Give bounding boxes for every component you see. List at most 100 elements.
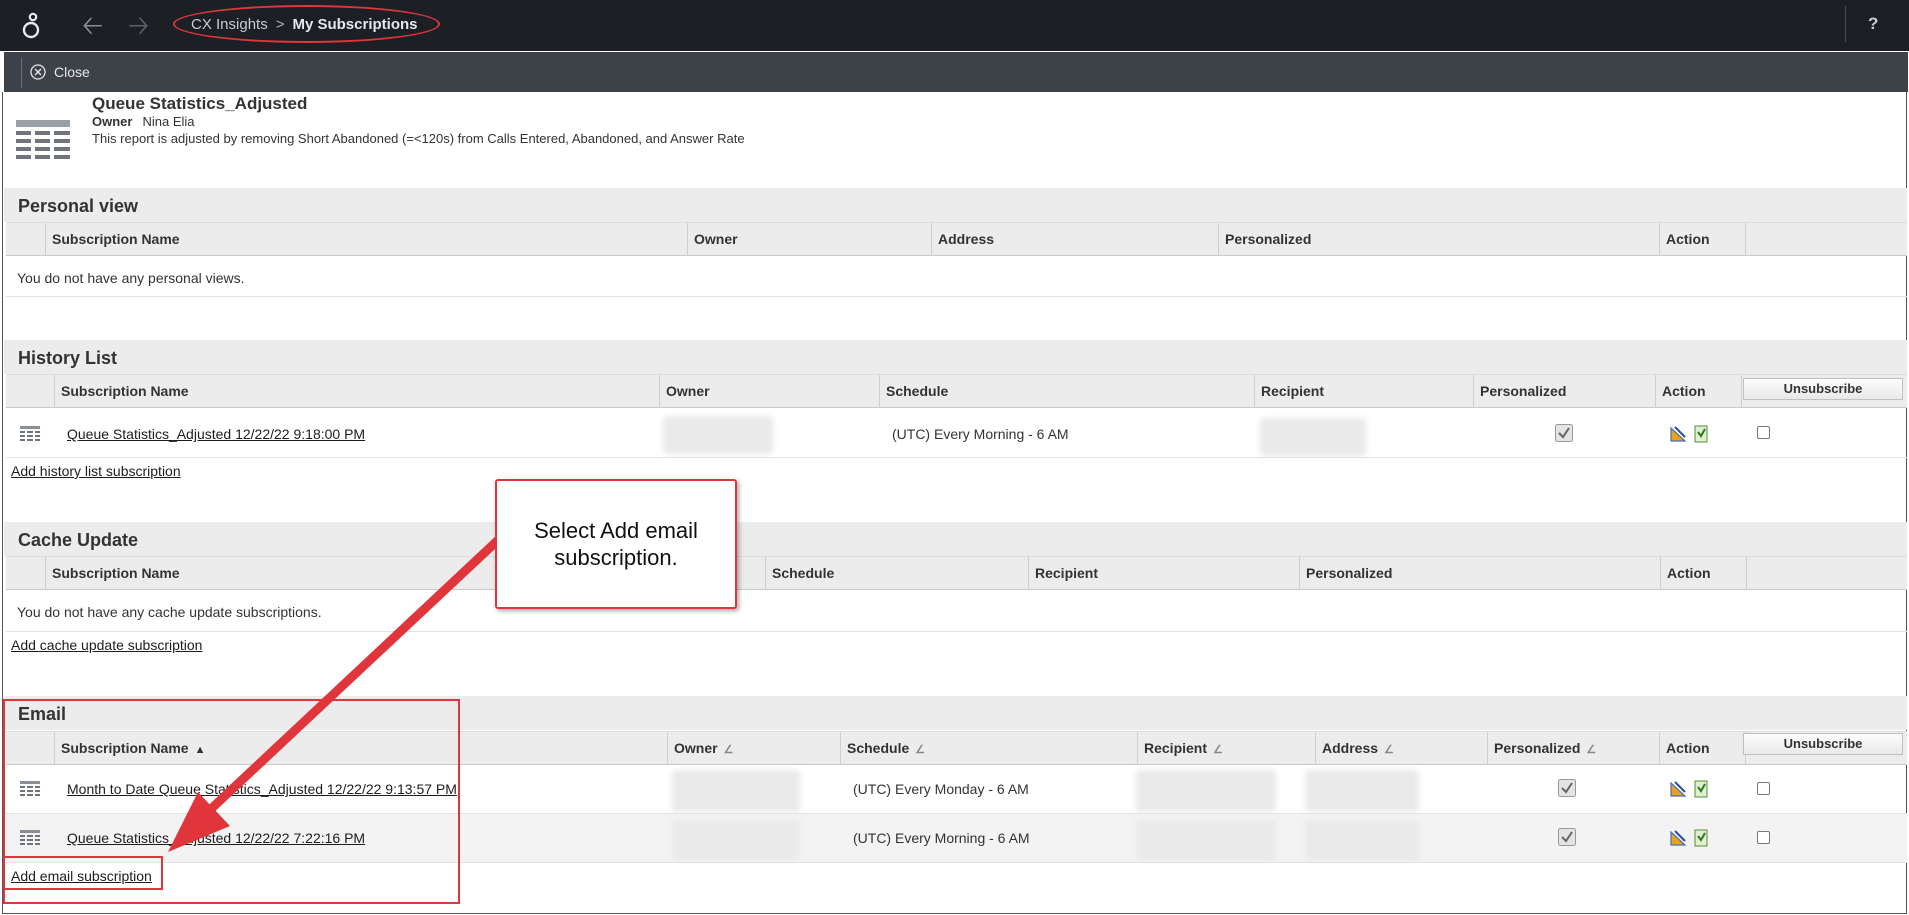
column-personalized[interactable]: Personalized	[1473, 375, 1655, 408]
column-subscription-name[interactable]: Subscription Name	[54, 375, 659, 408]
column-owner[interactable]: Owner	[659, 375, 879, 408]
column-spacer	[1746, 557, 1907, 590]
personalized-check-icon	[1558, 779, 1576, 797]
sort-icon: ∠	[915, 744, 926, 756]
breadcrumb-separator: >	[275, 16, 285, 33]
column-schedule[interactable]: Schedule	[879, 375, 1254, 408]
recipient-redacted	[1260, 418, 1366, 456]
edit-subscription-icon[interactable]	[1669, 780, 1687, 798]
section-title-personal-view: Personal view	[18, 196, 139, 216]
sort-icon: ∠	[723, 744, 734, 756]
section-header-personal-view	[4, 188, 1907, 222]
sort-icon: ∠	[1384, 744, 1394, 756]
report-grid-icon	[20, 426, 40, 441]
column-recipient[interactable]: Recipient ∠	[1137, 732, 1315, 765]
column-action: Action	[1659, 223, 1745, 256]
section-title-history-list: History List	[18, 348, 118, 368]
column-owner[interactable]: Owner ∠	[667, 732, 840, 765]
row-divider	[6, 457, 1907, 458]
section-header-history-list	[4, 340, 1907, 374]
edit-subscription-icon[interactable]	[1669, 425, 1687, 443]
genesys-logo-icon[interactable]	[18, 8, 46, 42]
breadcrumb-my-subscriptions: My Subscriptions	[292, 16, 418, 33]
column-personalized[interactable]: Personalized	[1299, 557, 1660, 590]
report-title: Queue Statistics_Adjusted	[92, 94, 308, 113]
column-recipient[interactable]: Recipient	[1028, 557, 1299, 590]
row-divider	[6, 296, 1907, 297]
row-divider	[6, 631, 1907, 632]
sort-icon: ∠	[1213, 744, 1223, 756]
column-recipient-label: Recipient	[1144, 740, 1208, 756]
history-subscription-link[interactable]: Queue Statistics_Adjusted 12/22/22 9:18:…	[67, 426, 365, 442]
email-schedule: (UTC) Every Monday - 6 AM	[853, 781, 1029, 797]
column-subscription-name[interactable]: Subscription Name	[45, 223, 687, 256]
email-schedule: (UTC) Every Morning - 6 AM	[853, 830, 1030, 846]
column-action: Action	[1655, 375, 1741, 408]
owner-redacted	[672, 770, 800, 812]
unsubscribe-checkbox[interactable]	[1757, 426, 1770, 439]
cache-update-empty: You do not have any cache update subscri…	[17, 604, 322, 620]
owner-redacted	[672, 820, 800, 860]
add-email-highlight	[3, 856, 163, 890]
address-redacted	[1305, 820, 1419, 860]
column-owner[interactable]: Owner	[687, 223, 931, 256]
divider	[21, 58, 22, 88]
recipient-redacted	[1136, 770, 1276, 812]
toolbar	[4, 52, 1908, 92]
run-now-icon[interactable]	[1692, 829, 1710, 847]
personal-view-table-header: Subscription Name Owner Address Personal…	[6, 222, 1907, 256]
unsubscribe-button[interactable]: Unsubscribe	[1743, 378, 1903, 400]
breadcrumb: CX Insights > My Subscriptions	[191, 16, 418, 33]
address-redacted	[1305, 770, 1419, 812]
column-action: Action	[1660, 557, 1746, 590]
column-action: Action	[1659, 732, 1745, 765]
close-button[interactable]: Close	[54, 64, 90, 80]
personal-view-empty: You do not have any personal views.	[17, 270, 245, 286]
run-now-icon[interactable]	[1692, 425, 1710, 443]
owner-redacted	[663, 416, 773, 454]
section-header-cache-update	[4, 522, 1907, 556]
unsubscribe-button[interactable]: Unsubscribe	[1743, 733, 1903, 755]
owner-label: Owner	[92, 114, 133, 129]
owner-value: Nina Elia	[142, 114, 195, 129]
column-address[interactable]: Address	[931, 223, 1218, 256]
recipient-redacted	[1136, 820, 1276, 860]
history-list-table-header: Subscription Name Owner Schedule Recipie…	[6, 374, 1907, 408]
edit-subscription-icon[interactable]	[1669, 829, 1687, 847]
add-cache-update-subscription-link[interactable]: Add cache update subscription	[11, 637, 202, 653]
column-personalized[interactable]: Personalized	[1218, 223, 1659, 256]
column-spacer	[1745, 223, 1907, 256]
column-owner-label: Owner	[674, 740, 718, 756]
sort-icon: ∠	[1586, 744, 1597, 756]
forward-arrow-icon[interactable]: 🡢	[128, 12, 149, 38]
run-now-icon[interactable]	[1692, 780, 1710, 798]
personalized-check-icon	[1555, 424, 1573, 442]
column-icon	[6, 557, 45, 590]
divider	[1845, 6, 1846, 42]
column-schedule-label: Schedule	[847, 740, 910, 756]
breadcrumb-cx-insights[interactable]: CX Insights	[191, 16, 268, 33]
column-address-label: Address	[1322, 740, 1379, 756]
add-history-list-subscription-link[interactable]: Add history list subscription	[11, 463, 181, 479]
personalized-check-icon	[1558, 828, 1576, 846]
help-button[interactable]: ?	[1868, 14, 1878, 34]
column-address[interactable]: Address ∠	[1315, 732, 1487, 765]
column-recipient[interactable]: Recipient	[1254, 375, 1473, 408]
unsubscribe-checkbox[interactable]	[1757, 831, 1770, 844]
cache-update-table-header: Subscription Name Schedule Recipient Per…	[6, 556, 1907, 590]
column-personalized[interactable]: Personalized ∠	[1487, 732, 1659, 765]
report-description: This report is adjusted by removing Shor…	[92, 131, 745, 146]
column-schedule[interactable]: Schedule	[765, 557, 1028, 590]
unsubscribe-checkbox[interactable]	[1757, 782, 1770, 795]
column-icon	[6, 223, 45, 256]
column-schedule[interactable]: Schedule ∠	[840, 732, 1137, 765]
close-icon[interactable]	[30, 64, 46, 80]
section-title-cache-update: Cache Update	[18, 530, 139, 550]
instruction-callout: Select Add email subscription.	[495, 479, 737, 609]
history-schedule: (UTC) Every Morning - 6 AM	[892, 426, 1069, 442]
column-icon	[6, 375, 54, 408]
back-arrow-icon[interactable]: 🡠	[82, 12, 103, 38]
report-owner: Owner Nina Elia	[92, 114, 195, 129]
report-grid-icon	[16, 120, 70, 159]
column-personalized-label: Personalized	[1494, 740, 1581, 756]
